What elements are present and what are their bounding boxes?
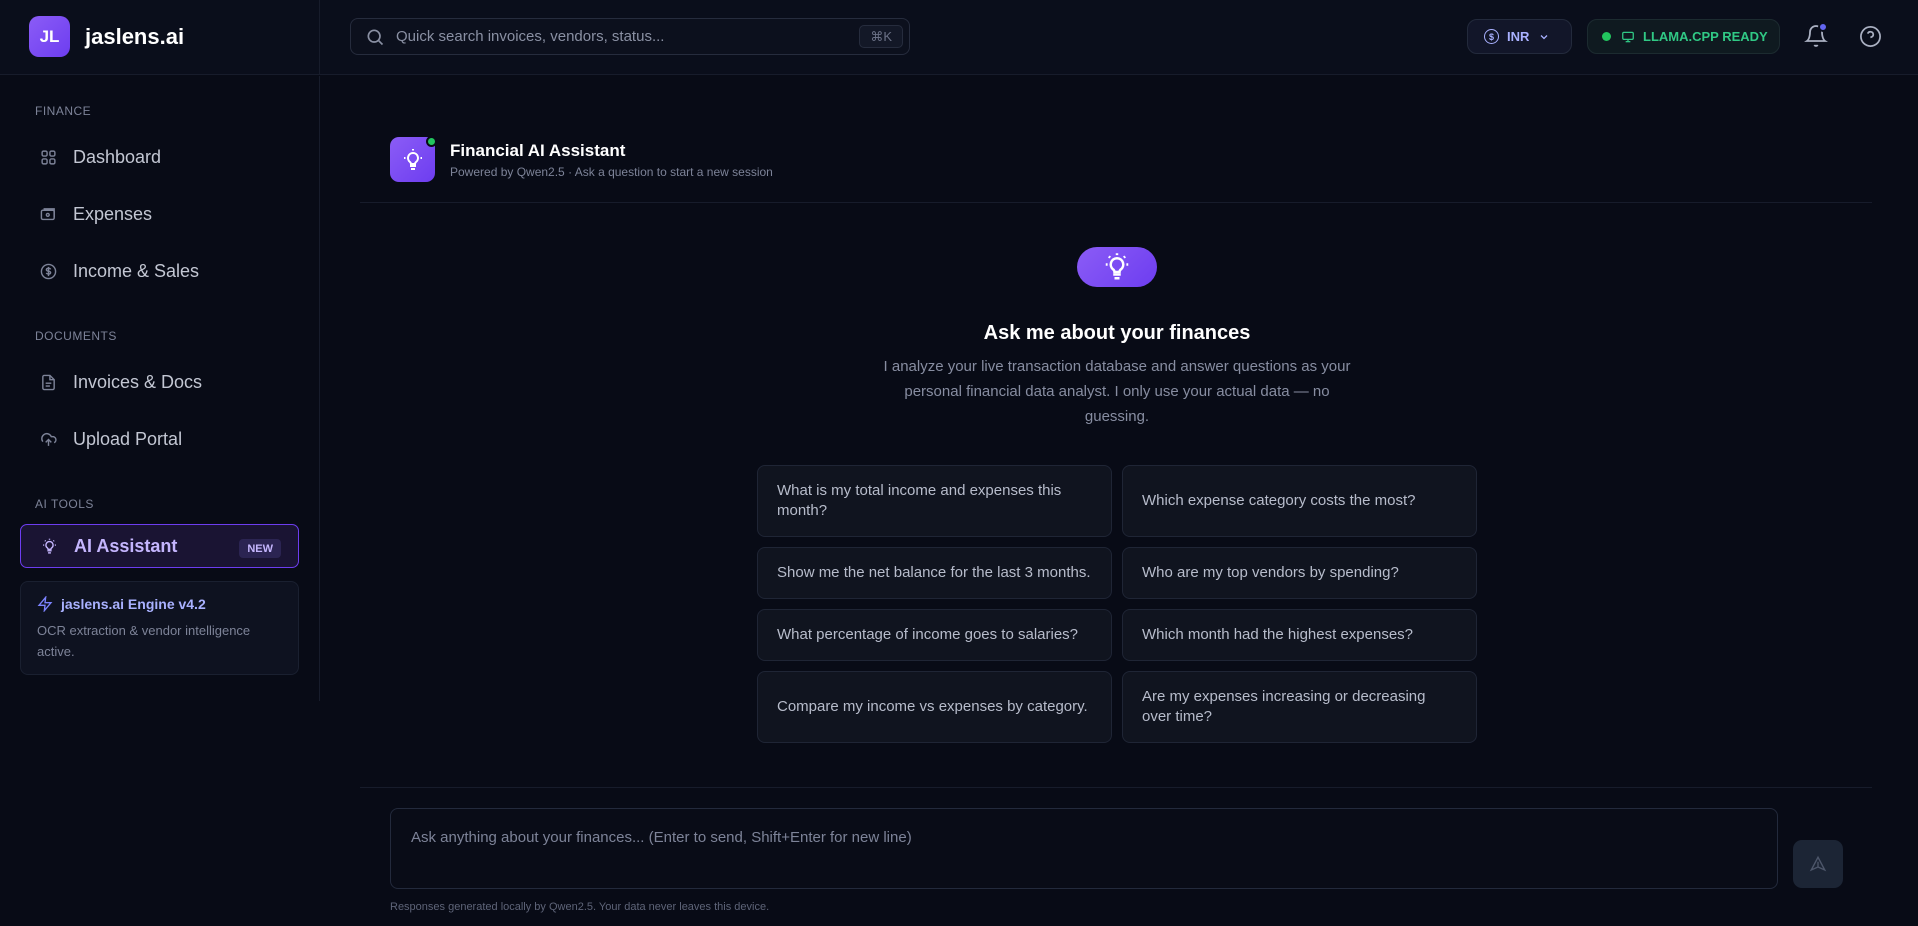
lightbulb-icon — [1105, 253, 1129, 280]
suggestion-button[interactable]: What is my total income and expenses thi… — [757, 465, 1112, 537]
assistant-subtitle: Powered by Qwen2.5 · Ask a question to s… — [450, 165, 773, 179]
search-input[interactable]: Quick search invoices, vendors, status..… — [350, 18, 910, 55]
notification-dot — [1818, 22, 1828, 32]
assistant-title: Financial AI Assistant — [450, 141, 626, 160]
hero-icon — [1077, 247, 1157, 287]
suggestion-button[interactable]: Show me the net balance for the last 3 m… — [757, 547, 1112, 599]
search-shortcut: ⌘K — [859, 25, 903, 48]
send-button[interactable] — [1793, 840, 1843, 888]
currency-label: INR — [1507, 29, 1530, 44]
new-badge: NEW — [239, 539, 281, 558]
send-icon — [1809, 855, 1827, 872]
sidebar-item-ai-assistant[interactable]: AI Assistant NEW — [20, 524, 299, 568]
lightbulb-icon — [403, 148, 422, 170]
sidebar-item-label: Expenses — [73, 203, 153, 224]
suggestion-button[interactable]: Who are my top vendors by spending? — [1122, 547, 1477, 599]
status-dot — [1602, 32, 1611, 41]
sidebar-item-label: Invoices & Docs — [73, 371, 203, 392]
sidebar-item-expenses[interactable]: Expenses — [20, 192, 299, 236]
chevron-down-icon — [1540, 34, 1548, 39]
sidebar-item-dashboard[interactable]: Dashboard — [20, 135, 299, 179]
suggestion-button[interactable]: What percentage of income goes to salari… — [757, 609, 1112, 661]
grid-icon — [41, 149, 56, 165]
engine-info-card: jaslens.ai Engine v4.2 OCR extraction & … — [20, 581, 299, 675]
sidebar-item-income-sales[interactable]: Income & Sales — [20, 249, 299, 293]
suggestion-button[interactable]: Are my expenses increasing or decreasing… — [1122, 671, 1477, 743]
search-placeholder: Quick search invoices, vendors, status..… — [396, 28, 665, 45]
lightbulb-icon — [43, 538, 56, 554]
suggestion-button[interactable]: Which expense category costs the most? — [1122, 465, 1477, 537]
sidebar-item-invoices-docs[interactable]: Invoices & Docs — [20, 360, 299, 404]
brand[interactable]: JL jaslens.ai — [29, 16, 184, 57]
composer-divider — [360, 787, 1872, 788]
dollar-circle-icon: $ — [1484, 29, 1499, 44]
search-icon — [367, 29, 384, 45]
sidebar: FINANCE Dashboard Expenses Income & Sale… — [0, 76, 320, 701]
suggestion-button[interactable]: Which month had the highest expenses? — [1122, 609, 1477, 661]
engine-title: jaslens.ai Engine v4.2 — [37, 596, 282, 612]
help-icon[interactable] — [1859, 25, 1882, 48]
sidebar-item-upload-portal[interactable]: Upload Portal — [20, 417, 299, 461]
cloud-upload-icon — [41, 432, 57, 446]
brand-name: jaslens.ai — [85, 23, 185, 49]
top-bar: JL jaslens.ai Quick search invoices, ven… — [0, 0, 1918, 75]
dollar-circle-icon — [40, 263, 57, 279]
header-divider — [319, 0, 320, 75]
sidebar-item-label: Upload Portal — [73, 428, 183, 449]
section-label-ai-tools: AI TOOLS — [35, 497, 94, 511]
engine-description: OCR extraction & vendor intelligence act… — [37, 623, 251, 659]
sidebar-item-label: AI Assistant — [74, 535, 178, 556]
message-input[interactable]: Ask anything about your finances... (Ent… — [390, 808, 1778, 889]
sidebar-item-label: Dashboard — [73, 146, 162, 167]
online-indicator — [426, 136, 437, 147]
hero-description: I analyze your live transaction database… — [883, 358, 1351, 425]
section-label-finance: FINANCE — [35, 104, 92, 118]
engine-title-text: jaslens.ai Engine v4.2 — [61, 596, 206, 612]
wallet-icon — [40, 207, 55, 220]
suggestion-button[interactable]: Compare my income vs expenses by categor… — [757, 671, 1112, 743]
privacy-footnote: Responses generated locally by Qwen2.5. … — [390, 901, 770, 913]
engine-status-badge[interactable]: LLAMA.CPP READY — [1587, 19, 1780, 54]
hero-title: Ask me about your finances — [983, 322, 1251, 344]
currency-selector[interactable]: $ INR — [1467, 19, 1572, 54]
engine-status-label: LLAMA.CPP READY — [1643, 29, 1768, 44]
monitor-icon — [1622, 31, 1634, 42]
lightning-icon — [37, 596, 53, 612]
document-icon — [42, 374, 55, 390]
header-divider — [360, 202, 1872, 203]
brand-logo: JL — [29, 16, 70, 57]
sidebar-item-label: Income & Sales — [73, 260, 200, 281]
